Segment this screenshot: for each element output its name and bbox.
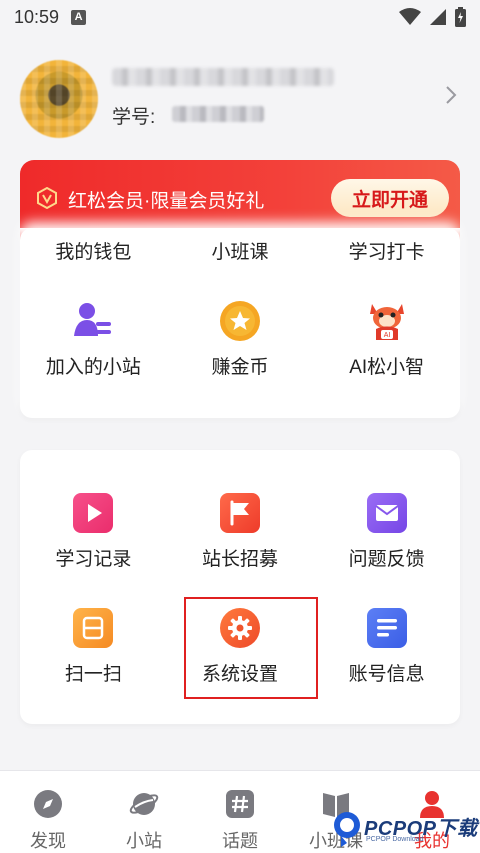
avatar[interactable] <box>20 60 98 138</box>
tab-station[interactable]: 小站 <box>96 771 192 853</box>
menu-item-label: 赚金币 <box>211 357 269 378</box>
student-id-value-blurred <box>172 106 264 122</box>
menu-item-study-record[interactable]: 学习记录 <box>20 492 167 571</box>
menu-item-label: 加入的小站 <box>45 357 141 378</box>
menu-item-feedback[interactable]: 问题反馈 <box>313 492 460 571</box>
profile-header[interactable]: 学号: <box>0 50 480 150</box>
play-icon <box>72 492 114 534</box>
menu-item-earn-coins[interactable]: 赚金币 <box>167 300 314 379</box>
planet-icon <box>129 789 159 819</box>
menu-item-label: 站长招募 <box>201 549 278 570</box>
mail-icon <box>366 492 408 534</box>
menu-item-scan[interactable]: 扫一扫 <box>20 607 167 686</box>
menu-item-label: 学习记录 <box>55 549 132 570</box>
menu-item-ai-assistant[interactable]: AI AI松小智 <box>313 300 460 379</box>
wifi-icon <box>399 8 421 25</box>
pcpop-watermark: PCPOP下载 PCPOP Download <box>330 806 480 853</box>
tab-topics[interactable]: 话题 <box>192 771 288 853</box>
student-id-label: 学号: <box>112 107 156 128</box>
vip-activate-button[interactable]: 立即开通 <box>331 179 449 217</box>
hashtag-icon <box>225 789 255 819</box>
vip-shield-icon <box>37 187 57 209</box>
menu-item-label: 问题反馈 <box>348 549 425 570</box>
vip-title: 红松会员·限量会员好礼 <box>68 191 265 212</box>
pcpop-logo-icon <box>334 812 360 847</box>
menu-item-label: AI松小智 <box>349 357 425 378</box>
document-icon <box>366 607 408 649</box>
status-time: 10:59 <box>14 6 60 27</box>
compass-icon <box>33 789 63 819</box>
ai-squirrel-mascot-icon: AI <box>366 300 408 342</box>
flag-icon <box>219 492 261 534</box>
svg-text:AI: AI <box>383 332 390 339</box>
scan-icon <box>72 607 114 649</box>
menu-item-account-info[interactable]: 账号信息 <box>313 607 460 686</box>
menu-item-joined-stations[interactable]: 加入的小站 <box>20 300 167 379</box>
notification-badge-icon: A <box>71 9 87 25</box>
person-group-icon <box>72 300 114 342</box>
battery-icon <box>455 7 466 27</box>
tab-label: 话题 <box>222 831 258 851</box>
watermark-subtext: PCPOP Download <box>366 836 424 843</box>
menu-item-label: 账号信息 <box>348 664 425 685</box>
status-bar: 10:59 A <box>0 0 480 34</box>
menu-item-label: 扫一扫 <box>64 664 122 685</box>
highlight-annotation-box <box>184 597 318 699</box>
tab-label: 小站 <box>126 831 162 851</box>
gold-coin-icon <box>219 300 261 342</box>
username-blurred <box>112 68 334 86</box>
chevron-right-icon[interactable] <box>440 84 462 106</box>
tab-discover[interactable]: 发现 <box>0 771 96 853</box>
tab-label: 发现 <box>30 831 66 851</box>
menu-item-station-recruit[interactable]: 站长招募 <box>167 492 314 571</box>
shortcut-card-1: 我的钱包 小班课 学习打卡 加入的小站 赚金币 AI AI松小智 <box>20 228 460 418</box>
cellular-signal-icon <box>430 9 446 25</box>
